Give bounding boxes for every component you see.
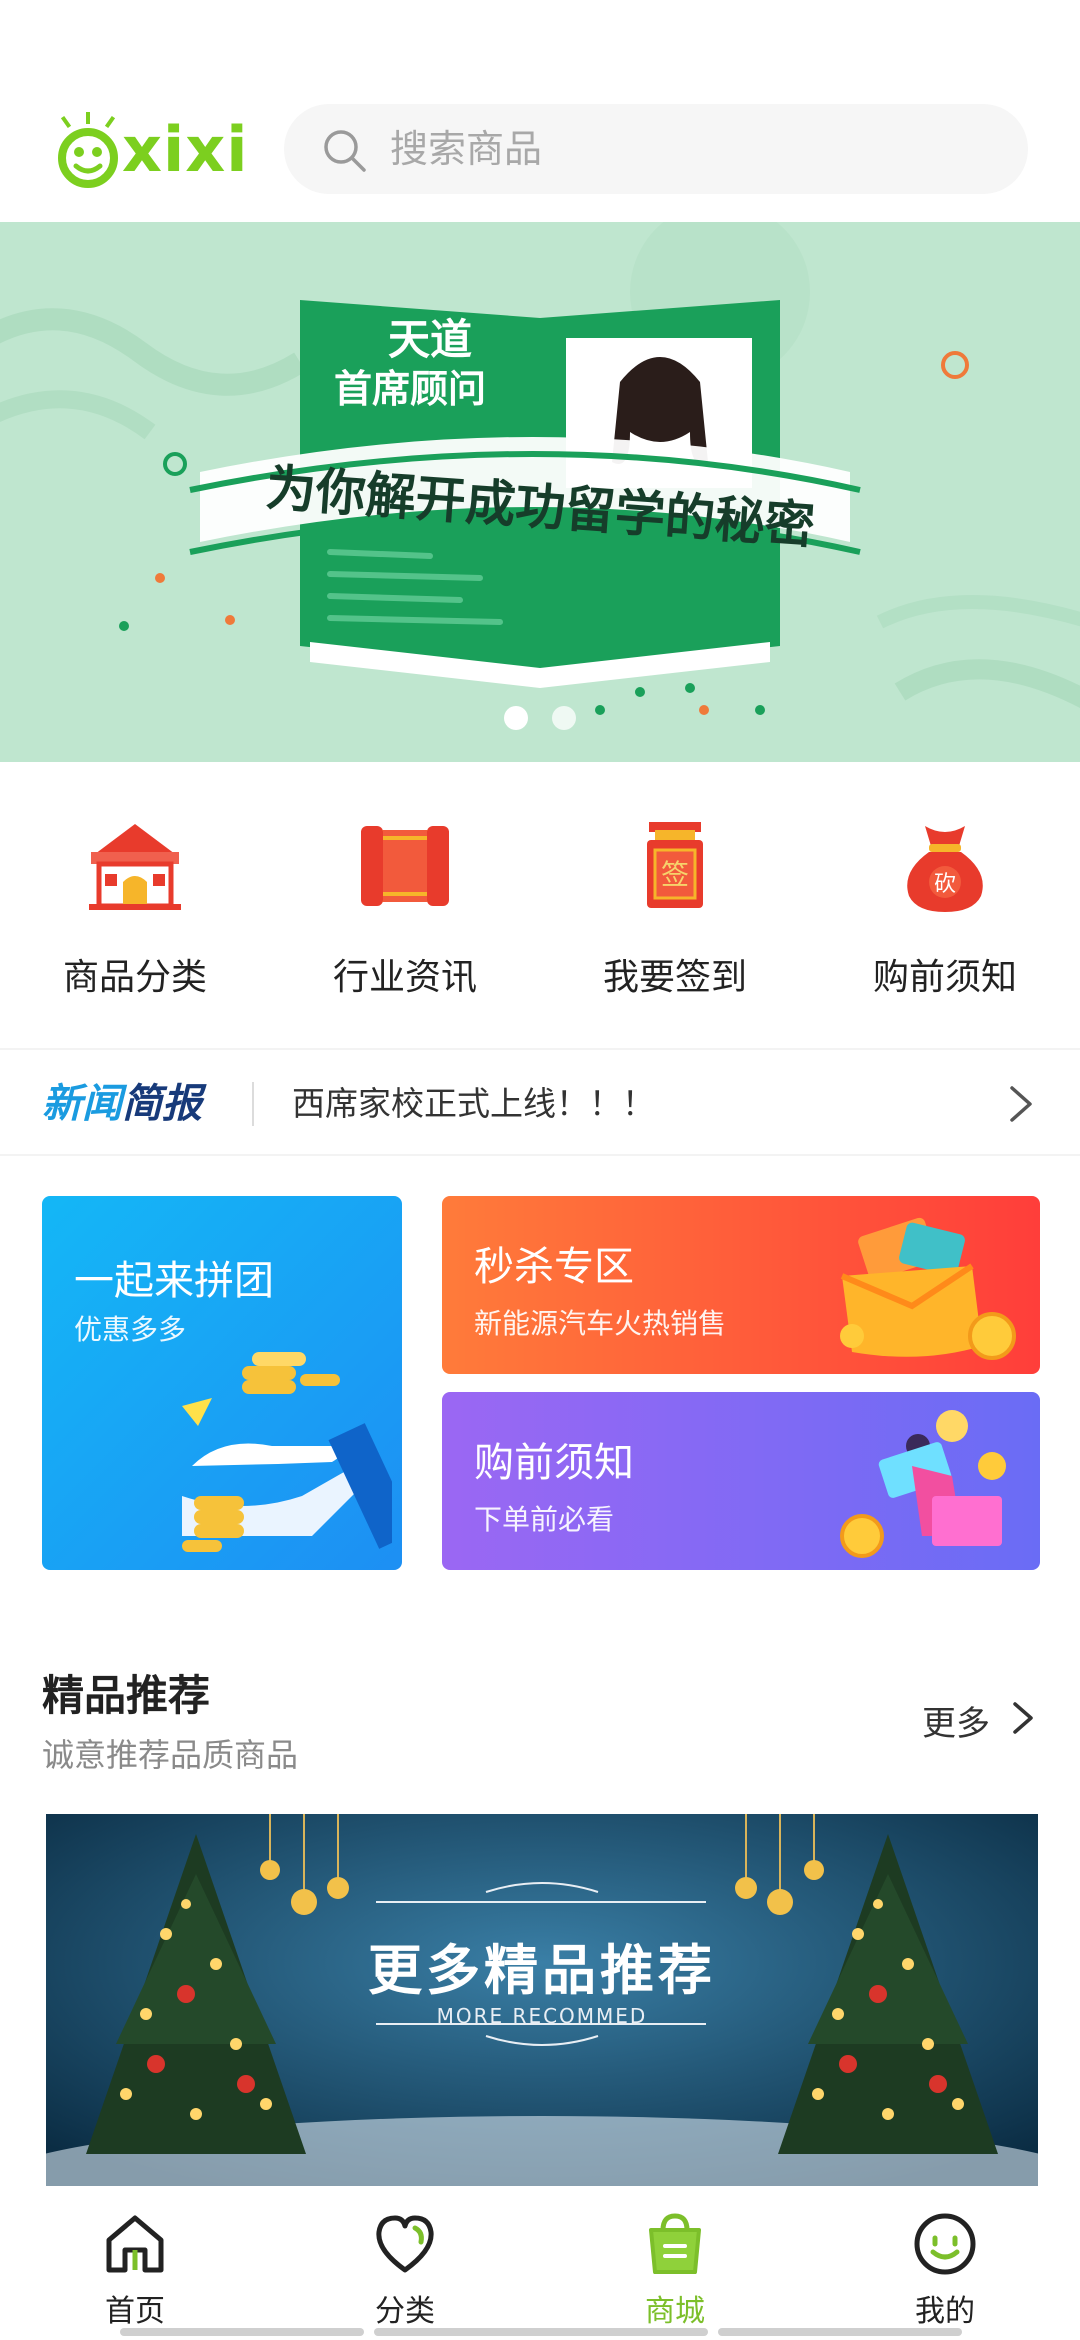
section-subtitle: 诚意推荐品质商品	[42, 1736, 299, 1774]
shopping-bag-icon	[649, 2213, 701, 2274]
shop-house-icon	[89, 824, 181, 910]
chevron-right-icon[interactable]	[1010, 1698, 1036, 1738]
hand-coins-icon	[182, 1352, 392, 1552]
search-input[interactable]: 搜索商品	[284, 104, 1028, 194]
wallet-coins-icon	[840, 1217, 1016, 1360]
home-icon	[106, 2215, 164, 2273]
flash-sale-subtitle: 新能源汽车火热销售	[474, 1307, 727, 1340]
banner-illustration: 天道 首席顾问 为你解开成功留学的秘密	[0, 222, 1080, 715]
divider	[252, 1082, 254, 1126]
quick-item-news[interactable]: 行业资讯	[270, 762, 540, 1048]
tab-label: 我的	[915, 2294, 975, 2329]
tab-indicator	[718, 2328, 962, 2336]
svg-text:签: 签	[661, 859, 689, 890]
book-subtitle: 首席顾问	[334, 369, 486, 411]
heart-icon	[376, 2215, 434, 2273]
carousel-dot-2[interactable]	[552, 706, 576, 730]
quick-item-checkin[interactable]: 签 我要签到	[540, 762, 810, 1048]
tab-label: 商城	[645, 2294, 705, 2329]
chevron-right-icon[interactable]	[1006, 1082, 1036, 1126]
app-logo[interactable]: xixi	[56, 112, 248, 188]
quick-item-category[interactable]: 商品分类	[0, 762, 270, 1048]
more-link[interactable]: 更多	[922, 1696, 990, 1745]
tab-home[interactable]: 首页	[0, 2186, 270, 2340]
quick-menu: 商品分类 行业资讯 签 我要签到 砍 购前须知	[0, 762, 1080, 1048]
logo-wordmark: xixi	[122, 113, 249, 186]
smile-icon	[914, 2213, 976, 2275]
quick-item-label: 购前须知	[872, 957, 1017, 998]
featured-banner[interactable]: 更多精品推荐 MORE RECOMMED	[46, 1814, 1038, 2186]
tab-category[interactable]: 分类	[270, 2186, 540, 2340]
promo-banner-carousel[interactable]: 天道 首席顾问 为你解开成功留学的秘密	[0, 222, 1080, 762]
tab-indicator	[374, 2328, 708, 2336]
featured-banner-title: 更多精品推荐	[368, 1939, 716, 2002]
money-bag-icon: 砍	[907, 826, 983, 912]
group-buy-subtitle: 优惠多多	[74, 1313, 187, 1346]
flash-sale-title: 秒杀专区	[474, 1244, 634, 1290]
quick-item-notice[interactable]: 砍 购前须知	[810, 762, 1080, 1048]
search-placeholder: 搜索商品	[390, 127, 543, 171]
bottom-tab-bar: 首页 分类 商城 我的	[0, 2186, 1080, 2340]
tab-label: 首页	[105, 2294, 165, 2329]
person-card-icon	[840, 1410, 1006, 1558]
news-ticker[interactable]: 新闻简报 西席家校正式上线！！！	[0, 1048, 1080, 1156]
group-buy-title: 一起来拼团	[74, 1258, 274, 1304]
scroll-icon	[361, 826, 449, 906]
quick-item-label: 我要签到	[602, 957, 747, 998]
flash-sale-card[interactable]: 秒杀专区 新能源汽车火热销售	[442, 1196, 1040, 1374]
featured-banner-subtitle: MORE RECOMMED	[436, 2004, 648, 2028]
news-brand-logo: 新闻简报	[42, 1076, 202, 1132]
book-title: 天道	[388, 316, 472, 363]
quick-item-label: 行业资讯	[332, 957, 477, 998]
purchase-notice-title: 购前须知	[474, 1440, 634, 1486]
group-buy-card[interactable]: 一起来拼团 优惠多多	[42, 1196, 402, 1570]
news-brand-part2: 简报	[122, 1081, 202, 1127]
header: xixi 搜索商品	[0, 0, 1080, 222]
tab-mine[interactable]: 我的	[810, 2186, 1080, 2340]
tab-mall[interactable]: 商城	[540, 2186, 810, 2340]
logo-face-icon	[58, 112, 118, 188]
tab-indicator	[120, 2328, 364, 2336]
tab-label: 分类	[375, 2294, 435, 2329]
carousel-indicator	[0, 706, 1080, 730]
purchase-notice-subtitle: 下单前必看	[474, 1503, 615, 1536]
carousel-dot-1[interactable]	[504, 706, 528, 730]
sign-lantern-icon: 签	[647, 822, 703, 908]
news-headline[interactable]: 西席家校正式上线！！！	[292, 1076, 655, 1132]
news-brand-part1: 新闻	[42, 1081, 122, 1127]
search-icon	[324, 130, 366, 172]
svg-text:砍: 砍	[934, 871, 956, 896]
section-title: 精品推荐	[42, 1671, 211, 1720]
purchase-notice-card[interactable]: 购前须知 下单前必看	[442, 1392, 1040, 1570]
quick-item-label: 商品分类	[62, 957, 207, 998]
